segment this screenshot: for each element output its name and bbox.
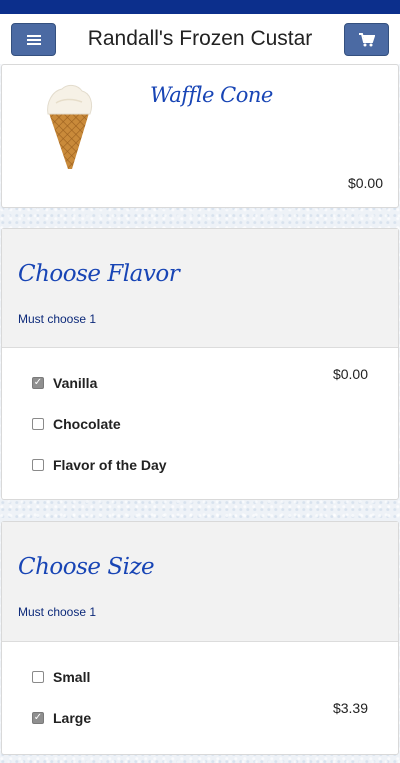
flavor-section-title: Choose Flavor [18,261,180,287]
option-label: Small [53,669,91,685]
option-vanilla[interactable]: ✓ Vanilla [32,373,97,393]
option-label: Chocolate [53,416,121,432]
option-label: Flavor of the Day [53,457,167,473]
flavor-section-subtitle: Must choose 1 [18,312,97,326]
shopping-cart-icon [358,32,375,46]
cart-button[interactable] [344,23,389,56]
top-strip [0,0,400,14]
size-price: $3.39 [332,700,368,716]
checkbox[interactable]: ✓ [32,712,44,724]
checkbox[interactable]: ✓ [32,377,44,389]
option-flavor-of-the-day[interactable]: Flavor of the Day [32,455,167,475]
size-section-subtitle: Must choose 1 [18,605,97,619]
option-large[interactable]: ✓ Large [32,708,91,728]
option-label: Vanilla [53,375,98,391]
app-title: Randall's Frozen Custar [87,27,313,50]
flavor-section: Choose Flavor Must choose 1 $0.00 ✓ Vani… [1,228,399,500]
waffle-cone-image [47,84,93,169]
option-chocolate[interactable]: Chocolate [32,414,121,434]
item-price: $0.00 [347,175,383,191]
checkbox[interactable] [32,671,44,683]
checkbox[interactable] [32,459,44,471]
size-section-title: Choose Size [18,554,155,580]
app-header: Randall's Frozen Custar [0,14,400,64]
option-small[interactable]: Small [32,667,90,687]
item-name: Waffle Cone [150,83,273,107]
checkbox[interactable] [32,418,44,430]
menu-button[interactable] [11,23,56,56]
option-label: Large [53,710,92,726]
flavor-price: $0.00 [332,366,368,382]
hamburger-menu-icon [26,33,41,47]
flavor-section-header: Choose Flavor Must choose 1 [2,229,398,348]
size-section: Choose Size Must choose 1 Small ✓ Large … [1,521,399,755]
size-section-header: Choose Size Must choose 1 [2,522,398,642]
item-card: Waffle Cone $0.00 [1,64,399,208]
